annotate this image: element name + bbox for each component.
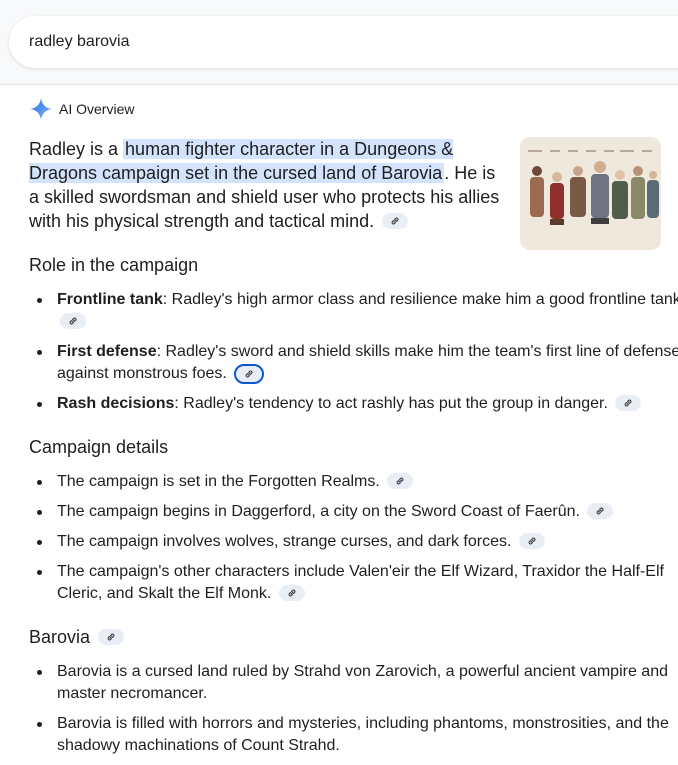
section-heading-role: Role in the campaign [29,255,199,275]
list-item: The campaign's other characters include … [37,561,678,605]
search-box[interactable] [9,16,678,68]
source-link-button[interactable] [98,629,125,646]
link-icon [596,507,604,515]
gemini-sparkle-icon [30,98,52,120]
link-icon [624,399,632,407]
campaign-list: The campaign is set in the Forgotten Rea… [29,471,678,613]
characters-thumbnail[interactable] [520,137,661,250]
search-header [0,0,678,85]
link-icon [528,537,536,545]
list-item: The campaign is set in the Forgotten Rea… [37,471,678,493]
link-icon [245,370,253,378]
list-item-text: The campaign involves wolves, strange cu… [57,533,512,550]
link-icon [69,317,77,325]
list-item: Barovia is a cursed land ruled by Strahd… [37,661,678,705]
link-icon [396,477,404,485]
ai-overview-title: AI Overview [59,101,135,117]
section-heading-barovia: Barovia [29,627,125,648]
link-icon [288,589,296,597]
list-item-term: Frontline tank [57,291,163,308]
list-item-text: The campaign's other characters include … [57,563,664,602]
source-link-button[interactable] [587,502,614,519]
search-input[interactable] [29,16,629,68]
list-item: Rash decisions: Radley's tendency to act… [37,393,678,415]
ai-overview-header: AI Overview [29,97,134,121]
source-link-button[interactable] [278,584,305,601]
source-link-button[interactable] [615,394,642,411]
source-link-button[interactable] [387,472,414,489]
list-item-text: Barovia is a cursed land ruled by Strahd… [57,663,668,702]
intro-paragraph: Radley is a human fighter character in a… [29,137,507,233]
list-item: First defense: Radley's sword and shield… [37,341,678,385]
source-link-button[interactable] [382,213,409,230]
source-link-button[interactable] [518,532,545,549]
list-item: Frontline tank: Radley's high armor clas… [37,289,678,333]
section-heading-campaign: Campaign details [29,437,169,457]
list-item: The campaign involves wolves, strange cu… [37,531,678,553]
list-item-term: Rash decisions [57,395,175,412]
list-item-text: : Radley's high armor class and resilien… [162,291,678,308]
section-heading-text: Barovia [29,627,91,647]
list-item-text: Barovia is filled with horrors and myste… [57,715,669,754]
list-item: Barovia is filled with horrors and myste… [37,713,678,757]
list-item-term: First defense [57,343,157,360]
list-item: The campaign begins in Daggerford, a cit… [37,501,678,523]
barovia-list: Barovia is a cursed land ruled by Strahd… [29,661,678,765]
list-item-text: The campaign is set in the Forgotten Rea… [57,473,380,490]
list-item-text: : Radley's tendency to act rashly has pu… [174,395,608,412]
party-illustration [520,137,661,250]
link-icon [107,633,115,641]
source-link-button[interactable] [60,312,86,329]
intro-prefix: Radley is a [29,139,124,159]
list-item-text: The campaign begins in Daggerford, a cit… [57,503,580,520]
role-list: Frontline tank: Radley's high armor clas… [29,289,678,423]
source-link-button-focused[interactable] [234,363,265,384]
link-icon [391,217,399,225]
